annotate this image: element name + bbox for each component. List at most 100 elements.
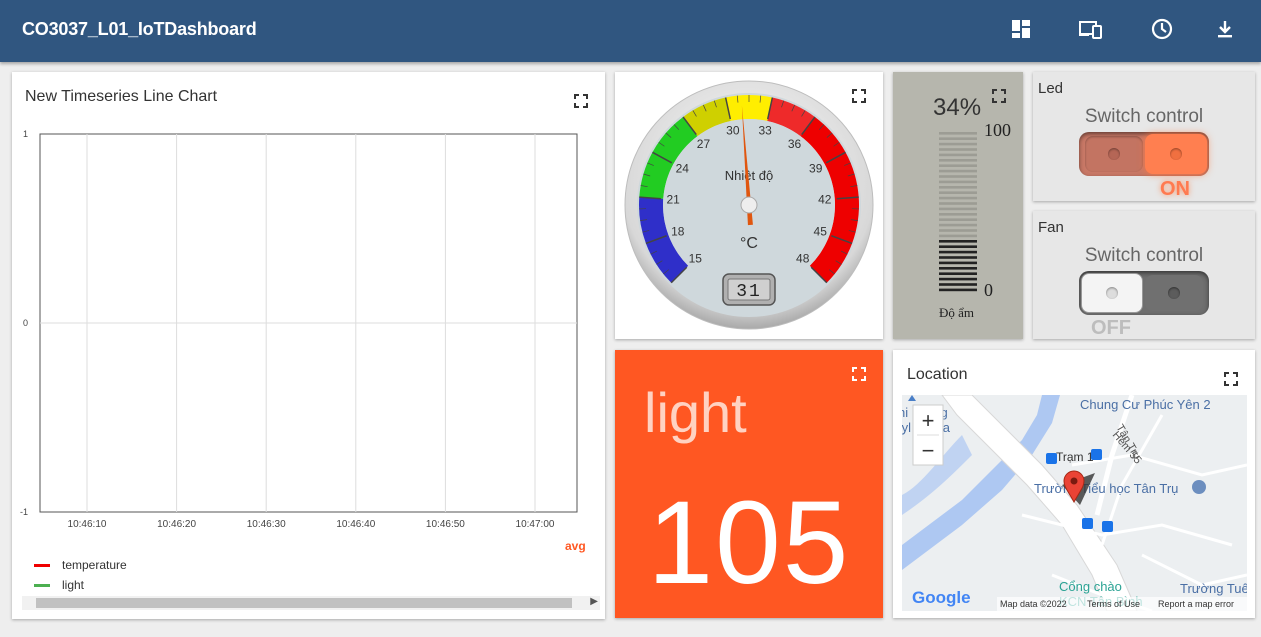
humidity-level-segment — [939, 267, 977, 270]
light-label: light — [644, 381, 747, 444]
toggle-track-off — [1085, 136, 1143, 172]
x-tick-label: 10:46:30 — [247, 519, 286, 530]
humidity-label: Độ ẩm — [939, 305, 975, 320]
gauge-tick-label: 33 — [758, 124, 772, 138]
led-switch-widget: Led Switch control ON — [1033, 72, 1255, 201]
gauge-tick-label: 30 — [726, 124, 740, 138]
toggle-dimple — [1108, 148, 1120, 160]
humidity-level-segment — [939, 288, 977, 292]
humidity-level-segment — [939, 261, 977, 265]
legend-label: light — [62, 578, 85, 592]
map-label: Trường Tiểu học Tân Trụ — [1034, 481, 1178, 496]
gauge-unit: °C — [740, 235, 758, 252]
timewindow-button[interactable] — [1149, 16, 1175, 42]
humidity-level-segment — [939, 175, 977, 178]
humidity-level-segment — [939, 180, 977, 184]
toggle-dimple — [1170, 148, 1182, 160]
chart-title: New Timeseries Line Chart — [25, 88, 218, 105]
fullscreen-icon[interactable] — [992, 89, 1006, 103]
humidity-max-label: 100 — [984, 120, 1011, 140]
fan-title: Fan — [1038, 219, 1064, 236]
location-map-widget: Location hi rường tyl Media Chung Cư Phú… — [893, 350, 1255, 618]
line-chart: 10:46:10 10:46:20 10:46:30 10:46:40 10:46:50… — [20, 129, 578, 530]
report-map-error-link[interactable]: Report a map error — [1158, 599, 1234, 609]
toggle-dimple — [1106, 287, 1118, 299]
zoom-in-button[interactable]: + — [922, 408, 935, 433]
x-tick-label: 10:46:40 — [336, 519, 375, 530]
toggle-track-on — [1145, 275, 1203, 311]
humidity-level-segment — [939, 142, 977, 146]
map-canvas[interactable]: hi rường tyl Media Chung Cư Phúc Yên 2 T… — [902, 395, 1247, 611]
humidity-level-segment — [939, 132, 977, 135]
gauge-tick-label: 27 — [697, 137, 711, 151]
scrollbar-thumb[interactable] — [36, 598, 572, 608]
humidity-level-segment — [939, 164, 977, 167]
map-label: Chung Cư Phúc Yên 2 — [1080, 397, 1211, 412]
humidity-level-segment — [939, 207, 977, 211]
x-tick-label: 10:46:20 — [157, 519, 196, 530]
fan-switch-widget: Fan Switch control OFF — [1033, 211, 1255, 339]
humidity-level-segment — [939, 186, 977, 189]
legend-swatch — [34, 563, 50, 567]
humidity-level-segment — [939, 196, 977, 200]
x-tick-label: 10:46:10 — [68, 519, 107, 530]
gauge-tick-label: 48 — [796, 252, 810, 266]
google-logo: Google — [912, 588, 971, 607]
fullscreen-icon[interactable] — [574, 94, 588, 108]
top-bar: CO3037_L01_IoTDashboard — [0, 0, 1261, 62]
humidity-level-segment — [939, 229, 977, 232]
humidity-level-segment — [939, 169, 977, 173]
horizontal-scrollbar[interactable]: ▶ — [22, 596, 600, 610]
led-state: ON — [1160, 178, 1190, 200]
gauge-value-display: 31 — [736, 282, 762, 302]
gauge-tick-label: 42 — [818, 193, 832, 207]
entity-aliases-button[interactable] — [1078, 16, 1104, 42]
zoom-out-button[interactable]: − — [922, 438, 935, 463]
gauge-tick-label: 45 — [814, 225, 828, 239]
x-tick-label: 10:47:00 — [516, 519, 555, 530]
y-tick-label: 1 — [23, 129, 28, 139]
humidity-level-segment — [939, 256, 977, 259]
humidity-level-segment — [939, 218, 977, 221]
scroll-right-icon[interactable]: ▶ — [590, 596, 598, 607]
legend-item-temperature[interactable]: temperature — [34, 558, 127, 572]
map-title: Location — [907, 366, 968, 383]
map-label: Trạm 1 — [1056, 450, 1094, 464]
fullscreen-icon[interactable] — [852, 367, 866, 381]
gauge-tick-label: 21 — [667, 193, 681, 207]
gauge-needle-hub — [740, 196, 758, 214]
devices-icon — [1079, 21, 1102, 39]
humidity-level-segment — [939, 283, 977, 286]
school-poi-icon — [1192, 480, 1206, 494]
humidity-level-segment — [939, 250, 977, 254]
legend-item-light[interactable]: light — [34, 578, 84, 592]
fullscreen-icon[interactable] — [1224, 372, 1238, 386]
toggle-dimple — [1168, 287, 1180, 299]
dashboard-icon — [1012, 20, 1030, 38]
humidity-level-segment — [939, 223, 977, 227]
radial-gauge: 15 18 21 24 27 30 33 36 39 42 45 48 Nhiệt độ °C 31 — [624, 80, 874, 330]
humidity-level-segment — [939, 245, 977, 248]
led-switch-title: Switch control — [1084, 106, 1204, 127]
dashboard-layouts-button[interactable] — [1008, 16, 1034, 42]
aggregation-label: avg — [565, 539, 586, 553]
terms-of-use-link[interactable]: Terms of Use — [1087, 599, 1140, 609]
fan-switch-title: Switch control — [1084, 245, 1204, 266]
bus-stop-icon — [1046, 453, 1057, 464]
gauge-tick-label: 36 — [788, 137, 802, 151]
humidity-level-segment — [939, 159, 977, 162]
map-label: Cổng chào — [1059, 579, 1122, 594]
export-button[interactable] — [1212, 16, 1238, 42]
humidity-level-segment — [939, 202, 977, 205]
light-value-widget: light 105 — [615, 350, 883, 618]
toggle-knob-off — [1081, 273, 1143, 313]
humidity-level-segment — [939, 277, 977, 281]
map-data-attribution: Map data ©2022 — [1000, 599, 1067, 609]
humidity-level-segment — [939, 240, 977, 243]
gauge-tick-label: 15 — [689, 252, 703, 266]
map-label: Trường Tuế — [1180, 581, 1247, 596]
gauge-label: Nhiệt độ — [725, 168, 773, 183]
fan-toggle-switch[interactable] — [1079, 271, 1209, 315]
led-toggle-switch[interactable] — [1079, 132, 1209, 176]
led-title: Led — [1038, 80, 1064, 97]
